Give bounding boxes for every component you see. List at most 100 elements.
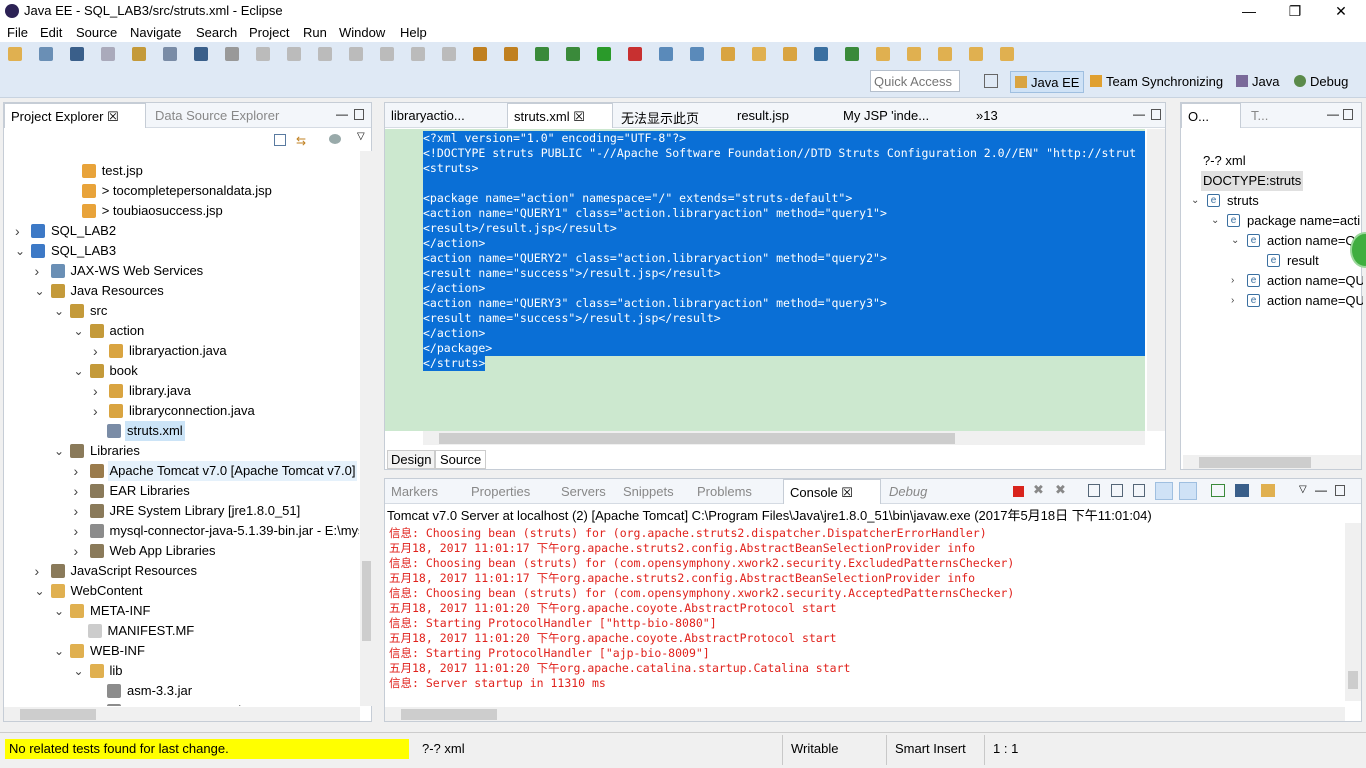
minimize-button[interactable]: —	[1226, 0, 1272, 22]
outline-item[interactable]: ⌄ e package name=acti	[1, 211, 1363, 231]
chevron-down-icon[interactable]: ⌄	[54, 641, 64, 661]
remove-launch-icon[interactable]: ✖	[1033, 482, 1044, 498]
chevron-right-icon[interactable]: ›	[35, 561, 40, 581]
open-console-icon[interactable]	[1261, 484, 1275, 497]
skip-breakpoints-icon[interactable]	[225, 47, 239, 61]
search-icon[interactable]	[194, 47, 208, 61]
coverage-icon[interactable]	[628, 47, 642, 61]
view-menu-icon[interactable]: ▽	[357, 131, 365, 142]
minimize-icon[interactable]: —	[1327, 107, 1339, 121]
new-server-icon[interactable]	[535, 47, 549, 61]
minimize-icon[interactable]: —	[1315, 483, 1327, 497]
menu-source[interactable]: Source	[76, 25, 117, 40]
code-line[interactable]: </struts>	[423, 356, 486, 371]
console-tab[interactable]: Properties	[465, 479, 536, 504]
maximize-icon[interactable]	[1343, 109, 1353, 120]
maximize-button[interactable]: ❐	[1272, 0, 1318, 22]
tab-project-explorer[interactable]: Project Explorer ☒	[4, 103, 146, 128]
perspective-java[interactable]: Java	[1232, 71, 1283, 93]
console-tab[interactable]: Problems	[691, 479, 758, 504]
terminate-icon[interactable]	[318, 47, 332, 61]
display-selected-console-icon[interactable]	[1235, 484, 1249, 497]
disconnect-icon[interactable]	[349, 47, 363, 61]
console-output[interactable]: 信息: Choosing bean (struts) for (org.apac…	[385, 526, 1345, 701]
code-line[interactable]: <?xml version="1.0" encoding="UTF-8"?>	[423, 131, 1145, 146]
menu-run[interactable]: Run	[303, 25, 327, 40]
tab-data-source-explorer[interactable]: Data Source Explorer	[149, 103, 299, 128]
previous-annotation-icon[interactable]	[907, 47, 921, 61]
code-line[interactable]: </package>	[423, 341, 1145, 356]
chevron-right-icon[interactable]: ›	[93, 341, 98, 361]
chevron-down-icon[interactable]: ⌄	[74, 661, 84, 681]
maximize-icon[interactable]	[1151, 109, 1161, 120]
toggle-block-icon[interactable]	[473, 47, 487, 61]
menu-edit[interactable]: Edit	[40, 25, 62, 40]
outline-item[interactable]: ⌄ e struts	[1, 191, 1363, 211]
new-package-icon[interactable]	[690, 47, 704, 61]
console-tab[interactable]: Console ☒	[783, 479, 881, 504]
new-icon[interactable]	[8, 47, 22, 61]
debug-icon[interactable]	[566, 47, 580, 61]
tree-item[interactable]: ⌄ Libraries	[4, 441, 359, 461]
open-folder-icon[interactable]	[752, 47, 766, 61]
tab-source[interactable]: Source	[435, 450, 487, 469]
tree-item[interactable]: › libraryconnection.java	[4, 401, 359, 421]
scrollbar-thumb[interactable]	[1199, 457, 1311, 468]
word-wrap-icon[interactable]	[1133, 484, 1145, 497]
perspective-team-synchronizing[interactable]: Team Synchronizing	[1086, 71, 1227, 93]
menu-help[interactable]: Help	[400, 25, 427, 40]
clear-console-icon[interactable]	[1088, 484, 1100, 497]
new-class-icon[interactable]	[721, 47, 735, 61]
tree-item[interactable]: MANIFEST.MF	[4, 621, 359, 641]
tree-item[interactable]: › mysql-connector-java-5.1.39-bin.jar - E…	[4, 521, 360, 541]
tree-item[interactable]: › JRE System Library [jre1.8.0_51]	[4, 501, 359, 521]
chevron-right-icon[interactable]: ›	[93, 381, 98, 401]
tree-item[interactable]: ⌄ lib	[4, 661, 359, 681]
tree-item[interactable]: › Apache Tomcat v7.0 [Apache Tomcat v7.0]	[4, 461, 359, 481]
tab-task-list[interactable]: T...	[1245, 103, 1295, 128]
editor-tab[interactable]: libraryactio...	[385, 103, 471, 128]
outline-horizontal-scrollbar[interactable]	[1183, 455, 1361, 469]
chevron-right-icon[interactable]: ›	[1231, 291, 1234, 311]
step-over-icon[interactable]	[411, 47, 425, 61]
print-icon[interactable]	[132, 47, 146, 61]
chevron-right-icon[interactable]: ›	[74, 461, 79, 481]
outline-item[interactable]: › e action name=QU	[1, 291, 1363, 311]
new-wizard-icon[interactable]	[39, 47, 53, 61]
tree-item[interactable]: › JavaScript Resources	[4, 561, 359, 581]
minimize-icon[interactable]: —	[336, 107, 348, 121]
menu-project[interactable]: Project	[249, 25, 289, 40]
chevron-down-icon[interactable]: ⌄	[35, 581, 45, 601]
code-line[interactable]: <result name="success">/result.jsp</resu…	[423, 311, 1145, 326]
filter-icon[interactable]	[329, 134, 341, 144]
step-return-icon[interactable]	[442, 47, 456, 61]
outline-item[interactable]: DOCTYPE:struts	[1, 171, 1363, 191]
new-java-project-icon[interactable]	[659, 47, 673, 61]
editor-horizontal-scrollbar[interactable]	[423, 431, 1145, 445]
menu-search[interactable]: Search	[196, 25, 237, 40]
open-task-icon[interactable]	[504, 47, 518, 61]
chevron-right-icon[interactable]: ›	[74, 521, 79, 541]
tree-item[interactable]: ⌄ WEB-INF	[4, 641, 359, 661]
chevron-down-icon[interactable]: ⌄	[1211, 211, 1219, 231]
tree-item[interactable]: › libraryaction.java	[4, 341, 359, 361]
editor-tab[interactable]: struts.xml ☒	[507, 103, 613, 128]
chevron-right-icon[interactable]: ›	[74, 501, 79, 521]
horizontal-scrollbar[interactable]	[4, 707, 360, 721]
editor-tab[interactable]: result.jsp	[731, 103, 795, 128]
pin-console-icon[interactable]	[1211, 484, 1225, 497]
tree-item[interactable]: asm-commons-3.3.jar	[4, 701, 359, 706]
suspend-icon[interactable]	[287, 47, 301, 61]
editor-tab[interactable]: 无法显示此页	[615, 103, 705, 128]
chevron-right-icon[interactable]: ›	[74, 481, 79, 501]
maximize-icon[interactable]	[1335, 485, 1345, 496]
tab-design[interactable]: Design	[387, 450, 436, 469]
menu-file[interactable]: File	[7, 25, 28, 40]
tree-item[interactable]: ⌄ WebContent	[4, 581, 359, 601]
scrollbar-thumb[interactable]	[439, 433, 955, 444]
chevron-right-icon[interactable]: ›	[1231, 271, 1234, 291]
scrollbar-thumb[interactable]	[362, 561, 371, 641]
chevron-right-icon[interactable]: ›	[74, 541, 79, 561]
next-annotation-icon[interactable]	[876, 47, 890, 61]
outline-item[interactable]: e result	[1, 251, 1363, 271]
